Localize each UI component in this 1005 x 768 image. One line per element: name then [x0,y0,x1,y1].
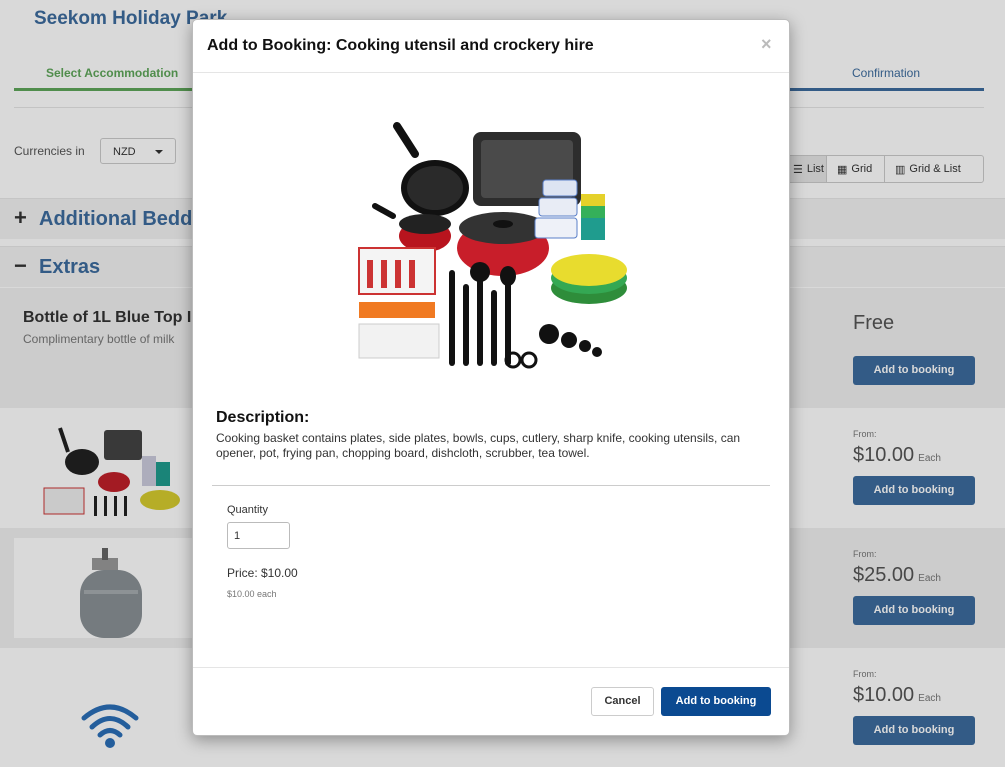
divider [193,72,789,73]
divider [212,485,770,486]
modal-title: Add to Booking: Cooking utensil and croc… [207,37,594,54]
price-total: Price: $10.00 [227,566,298,580]
quantity-input[interactable] [227,522,290,549]
description-text: Cooking basket contains plates, side pla… [216,431,741,460]
add-to-booking-confirm-button[interactable]: Add to booking [661,687,771,716]
product-image [358,122,627,369]
description-heading: Description: [216,409,310,426]
close-icon[interactable]: × [761,34,772,55]
quantity-label: Quantity [227,504,268,516]
add-to-booking-modal: Add to Booking: Cooking utensil and croc… [192,19,790,736]
price-each: $10.00 each [227,589,277,599]
cancel-button[interactable]: Cancel [591,687,654,716]
divider [193,667,789,668]
